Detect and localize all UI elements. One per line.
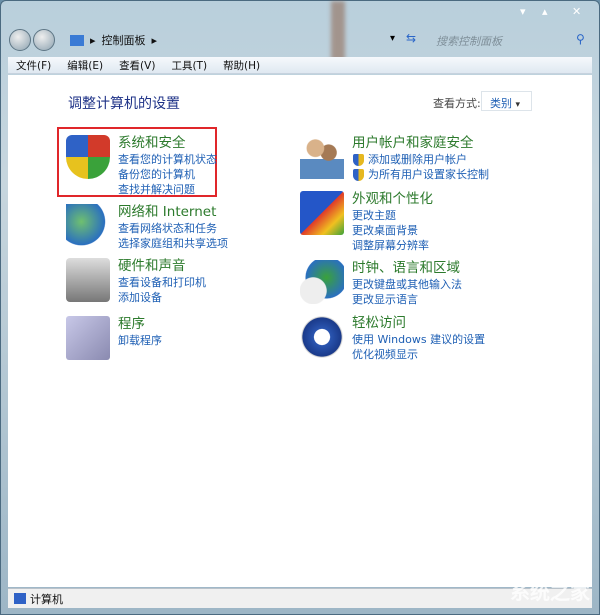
chevron-down-icon: ▾ (515, 100, 521, 110)
category-title[interactable]: 系统和安全 (118, 135, 217, 152)
computer-icon (14, 593, 26, 604)
category-appearance: 外观和个性化 更改主题 更改桌面背景 调整屏幕分辨率 (300, 191, 433, 253)
category-link[interactable]: 更改桌面背景 (352, 223, 433, 238)
view-by-dropdown[interactable]: 类别 ▾ (481, 91, 532, 111)
control-panel-icon (70, 34, 84, 46)
menu-tools[interactable]: 工具(T) (163, 58, 215, 73)
globe-clock-icon (300, 260, 344, 304)
category-hardware-sound: 硬件和声音 查看设备和打印机 添加设备 (66, 258, 206, 305)
printer-icon (66, 258, 110, 302)
status-text: 计算机 (30, 592, 63, 606)
menu-view[interactable]: 查看(V) (111, 58, 163, 73)
category-link[interactable]: 更改主题 (352, 208, 433, 223)
category-ease-of-access: 轻松访问 使用 Windows 建议的设置 优化视频显示 (300, 315, 485, 362)
category-link[interactable]: 查看设备和打印机 (118, 275, 206, 290)
search-input[interactable]: 搜索控制面板 (430, 30, 592, 50)
ease-of-access-icon (300, 315, 344, 359)
category-title[interactable]: 轻松访问 (352, 315, 485, 332)
menu-help[interactable]: 帮助(H) (215, 58, 268, 73)
category-title[interactable]: 外观和个性化 (352, 191, 433, 208)
address-bar[interactable]: ▸ 控制面板 ▸ (66, 30, 416, 50)
shield-icon (66, 135, 110, 179)
refresh-icon[interactable]: ⇆ (406, 31, 416, 45)
watermark: 系统之家 (510, 580, 590, 604)
status-bar: 计算机 (8, 588, 592, 608)
category-link[interactable]: 备份您的计算机 (118, 167, 217, 182)
menu-edit[interactable]: 编辑(E) (59, 58, 111, 73)
page-title: 调整计算机的设置 (68, 96, 180, 112)
programs-box-icon (66, 316, 110, 360)
category-link[interactable]: 查看网络状态和任务 (118, 221, 228, 236)
forward-button[interactable] (33, 29, 55, 51)
category-title[interactable]: 用户帐户和家庭安全 (352, 135, 489, 152)
view-by-label: 查看方式: (433, 97, 481, 110)
chevron-right-icon: ▸ (90, 33, 96, 47)
category-title[interactable]: 时钟、语言和区域 (352, 260, 462, 277)
category-title[interactable]: 硬件和声音 (118, 258, 206, 275)
category-link[interactable]: 添加设备 (118, 290, 206, 305)
category-title[interactable]: 程序 (118, 316, 162, 333)
category-clock-language: 时钟、语言和区域 更改键盘或其他输入法 更改显示语言 (300, 260, 462, 307)
category-system-security: 系统和安全 查看您的计算机状态 备份您的计算机 查找并解决问题 (66, 135, 217, 197)
category-network: 网络和 Internet 查看网络状态和任务 选择家庭组和共享选项 (66, 204, 228, 251)
content-pane: 调整计算机的设置 查看方式: 类别 ▾ 系统和安全 查看您的计算机状态 备份您的… (8, 75, 592, 587)
category-user-accounts: 用户帐户和家庭安全 添加或删除用户帐户 为所有用户设置家长控制 (300, 135, 489, 182)
category-link[interactable]: 为所有用户设置家长控制 (352, 167, 489, 182)
menu-bar: 文件(F) 编辑(E) 查看(V) 工具(T) 帮助(H) (8, 57, 592, 74)
category-link[interactable]: 使用 Windows 建议的设置 (352, 332, 485, 347)
category-link[interactable]: 更改显示语言 (352, 292, 462, 307)
view-by-value: 类别 (490, 97, 512, 110)
monitor-palette-icon (300, 191, 344, 235)
chevron-right-icon[interactable]: ▸ (152, 34, 158, 47)
category-link[interactable]: 更改键盘或其他输入法 (352, 277, 462, 292)
minimize-button[interactable]: ▾ (520, 5, 526, 18)
maximize-button[interactable]: ▴ (542, 5, 548, 18)
breadcrumb-control-panel[interactable]: 控制面板 (102, 32, 146, 48)
menu-file[interactable]: 文件(F) (8, 58, 59, 73)
search-icon[interactable]: ⚲ (576, 32, 585, 46)
category-link[interactable]: 查找并解决问题 (118, 182, 217, 197)
category-link[interactable]: 优化视频显示 (352, 347, 485, 362)
close-button[interactable]: ✕ (572, 5, 581, 18)
history-dropdown-icon[interactable]: ▾ (390, 33, 395, 44)
network-globe-icon (66, 204, 110, 248)
category-link[interactable]: 添加或删除用户帐户 (352, 152, 489, 167)
category-link[interactable]: 卸载程序 (118, 333, 162, 348)
category-title[interactable]: 网络和 Internet (118, 204, 228, 221)
category-programs: 程序 卸载程序 (66, 316, 162, 360)
back-button[interactable] (9, 29, 31, 51)
category-link[interactable]: 调整屏幕分辨率 (352, 238, 433, 253)
category-link[interactable]: 查看您的计算机状态 (118, 152, 217, 167)
users-icon (300, 135, 344, 179)
category-link[interactable]: 选择家庭组和共享选项 (118, 236, 228, 251)
